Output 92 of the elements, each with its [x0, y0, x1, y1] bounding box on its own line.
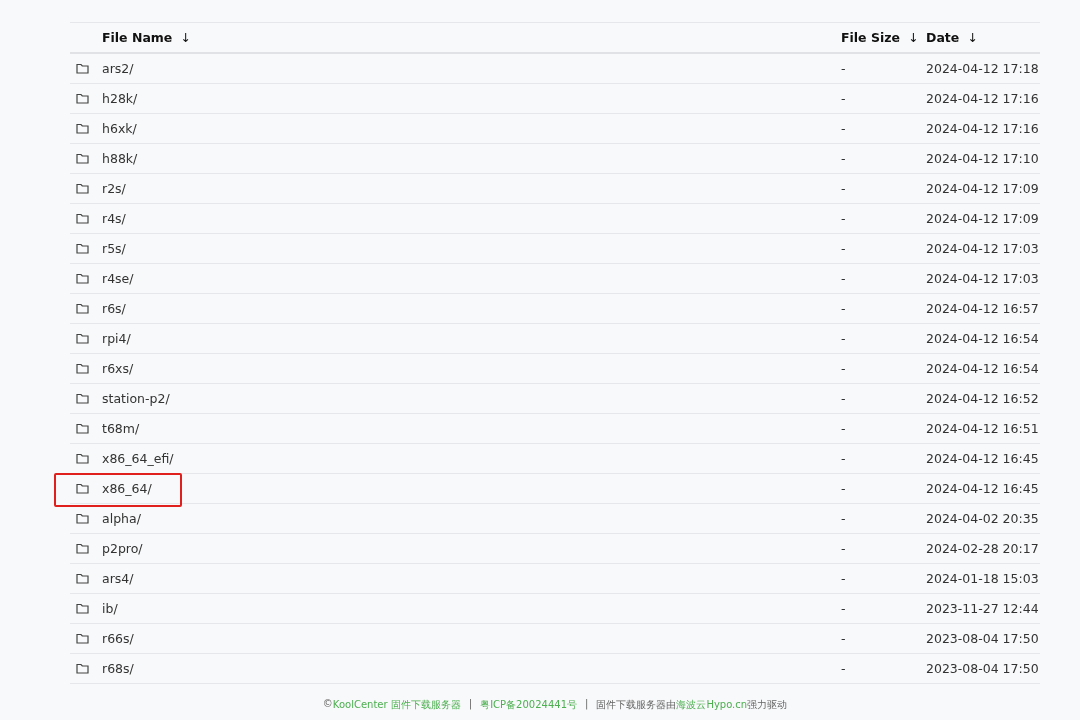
file-size: -: [841, 391, 846, 406]
footer-text: 固件下载服务器由: [596, 698, 677, 712]
modified-date: 2023-08-04 17:50: [926, 631, 1039, 646]
folder-link[interactable]: r6s/: [102, 301, 126, 316]
folder-icon: [76, 213, 89, 224]
file-size: -: [841, 271, 846, 286]
modified-date: 2024-01-18 15:03: [926, 571, 1039, 586]
modified-date: 2024-04-12 16:54: [926, 361, 1039, 376]
column-header[interactable]: File Size ↓: [841, 30, 919, 45]
folder-link[interactable]: r5s/: [102, 241, 126, 256]
folder-icon: [76, 573, 89, 584]
folder-icon: [76, 603, 89, 614]
folder-icon: [76, 453, 89, 464]
file-size: -: [841, 61, 846, 76]
file-size: -: [841, 421, 846, 436]
file-size: -: [841, 331, 846, 346]
modified-date: 2024-04-12 17:16: [926, 91, 1039, 106]
file-size: -: [841, 631, 846, 646]
modified-date: 2024-04-12 16:45: [926, 451, 1039, 466]
folder-link[interactable]: t68m/: [102, 421, 140, 436]
modified-date: 2024-02-28 20:17: [926, 541, 1039, 556]
folder-link[interactable]: alpha/: [102, 511, 141, 526]
file-size: -: [841, 91, 846, 106]
file-size: -: [841, 211, 846, 226]
folder-link[interactable]: ars4/: [102, 571, 134, 586]
folder-link[interactable]: station-p2/: [102, 391, 170, 406]
folder-link[interactable]: h88k/: [102, 151, 138, 166]
folder-link[interactable]: x86_64/: [102, 481, 152, 496]
folder-link[interactable]: r6xs/: [102, 361, 134, 376]
modified-date: 2024-04-12 16:54: [926, 331, 1039, 346]
modified-date: 2024-04-12 17:10: [926, 151, 1039, 166]
file-size: -: [841, 481, 846, 496]
folder-link[interactable]: h6xk/: [102, 121, 137, 136]
footer-text: 强力驱动: [747, 698, 788, 712]
file-size: -: [841, 661, 846, 676]
modified-date: 2024-04-12 17:16: [926, 121, 1039, 136]
folder-link[interactable]: ars2/: [102, 61, 134, 76]
file-size: -: [841, 601, 846, 616]
modified-date: 2024-04-12 17:09: [926, 211, 1039, 226]
folder-icon: [76, 633, 89, 644]
folder-link[interactable]: r4s/: [102, 211, 126, 226]
footer-text: ©: [322, 698, 333, 711]
folder-icon: [76, 513, 89, 524]
folder-link[interactable]: x86_64_efi/: [102, 451, 174, 466]
folder-icon: [76, 393, 89, 404]
folder-icon: [76, 543, 89, 554]
column-header[interactable]: Date ↓: [926, 30, 978, 45]
folder-link[interactable]: ib/: [102, 601, 118, 616]
file-size: -: [841, 571, 846, 586]
folder-icon: [76, 483, 89, 494]
folder-icon: [76, 363, 89, 374]
modified-date: 2023-11-27 12:44: [926, 601, 1039, 616]
folder-link[interactable]: r2s/: [102, 181, 126, 196]
footer-separator: |: [468, 698, 473, 712]
modified-date: 2023-08-04 17:50: [926, 661, 1039, 676]
folder-icon: [76, 423, 89, 434]
file-size: -: [841, 361, 846, 376]
folder-icon: [76, 63, 89, 74]
file-size: -: [841, 121, 846, 136]
folder-link[interactable]: rpi4/: [102, 331, 131, 346]
folder-link[interactable]: p2pro/: [102, 541, 143, 556]
folder-link[interactable]: r4se/: [102, 271, 134, 286]
folder-icon: [76, 333, 89, 344]
modified-date: 2024-04-12 16:51: [926, 421, 1039, 436]
column-header[interactable]: File Name ↓: [102, 30, 191, 45]
modified-date: 2024-04-12 16:45: [926, 481, 1039, 496]
folder-link[interactable]: r66s/: [102, 631, 134, 646]
folder-icon: [76, 153, 89, 164]
file-size: -: [841, 511, 846, 526]
file-size: -: [841, 541, 846, 556]
folder-icon: [76, 123, 89, 134]
modified-date: 2024-04-12 17:09: [926, 181, 1039, 196]
folder-icon: [76, 663, 89, 674]
folder-icon: [76, 183, 89, 194]
folder-icon: [76, 243, 89, 254]
modified-date: 2024-04-12 17:03: [926, 271, 1039, 286]
modified-date: 2024-04-12 17:18: [926, 61, 1039, 76]
file-size: -: [841, 241, 846, 256]
folder-link[interactable]: h28k/: [102, 91, 138, 106]
folder-link[interactable]: r68s/: [102, 661, 134, 676]
file-size: -: [841, 151, 846, 166]
file-size: -: [841, 301, 846, 316]
modified-date: 2024-04-02 20:35: [926, 511, 1039, 526]
file-size: -: [841, 181, 846, 196]
modified-date: 2024-04-12 16:52: [926, 391, 1039, 406]
modified-date: 2024-04-12 16:57: [926, 301, 1039, 316]
footer-separator: |: [585, 698, 589, 712]
file-size: -: [841, 451, 846, 466]
folder-icon: [76, 273, 89, 284]
folder-icon: [76, 93, 89, 104]
modified-date: 2024-04-12 17:03: [926, 241, 1039, 256]
folder-icon: [76, 303, 89, 314]
